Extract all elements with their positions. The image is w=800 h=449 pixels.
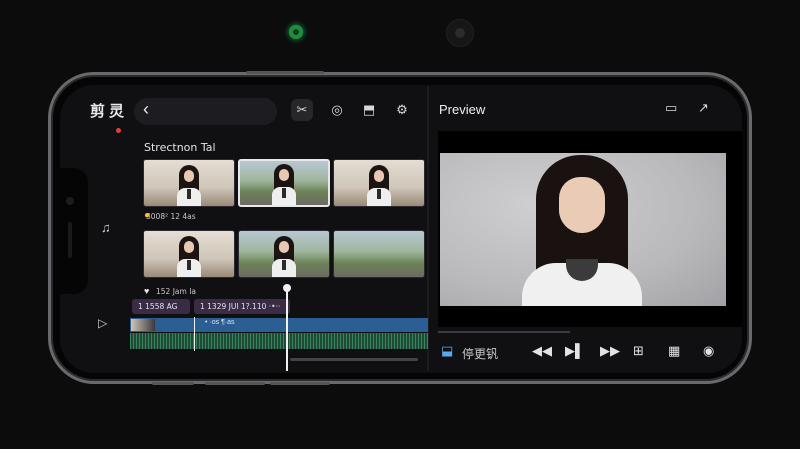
clip-label[interactable]: 1 1329 JUI 1?.110 ·•·· [194,299,290,314]
person-figure [270,233,298,277]
share-icon[interactable]: ↗ [698,100,709,116]
video-track-thumbnail [131,319,155,331]
side-button [270,382,330,385]
trim-handle[interactable] [194,317,195,351]
side-button [205,382,265,385]
app-title: 剪灵 [90,102,129,120]
dynamic-island [58,168,88,294]
media-thumbnail[interactable] [238,230,330,278]
side-button [152,382,194,385]
prev-frame-icon[interactable]: ◀◀ [532,343,552,359]
split-clip-button[interactable]: ✂ [291,99,313,121]
gear-icon: ⚙ [396,102,408,117]
export-icon: ⬒ [362,102,376,117]
heart-icon: ♥ [144,286,150,296]
preview-progress[interactable] [438,331,570,333]
media-subsection-label: 3008² 12 4as [146,212,196,221]
media-thumbnail[interactable] [333,230,425,278]
add-icon[interactable]: ⊞ [633,343,644,359]
clip-label[interactable]: 1 1558 AG [132,299,190,314]
camera-lens [446,19,474,47]
sensor-bar [68,222,72,258]
camera-icon[interactable]: ◉ [703,343,714,359]
volume-button [246,71,324,74]
timeline-scrollbar[interactable] [290,358,418,361]
speed-icon: ◎ [331,102,343,117]
playhead[interactable] [286,287,288,371]
preview-video-frame [440,153,726,306]
audio-waveform [130,333,428,349]
audio-track[interactable] [130,333,428,349]
media-thumbnail[interactable] [143,159,235,207]
media-thumbnail[interactable] [333,159,425,207]
play-icon[interactable]: ▶▌ [565,343,584,359]
media-section-title: Strectnon Tal [144,141,216,154]
media-thumbnail[interactable] [143,230,235,278]
front-camera [66,197,74,205]
scissors-icon: ✂ [296,102,308,117]
record-indicator [116,128,121,133]
likes-label: 152 Jam Ia [156,287,197,296]
person-figure [522,155,642,306]
video-track[interactable] [130,318,428,332]
back-pill[interactable] [134,98,277,125]
media-thumbnail-selected[interactable] [238,159,330,207]
person-figure [175,233,203,277]
settings-button[interactable]: ⚙ [391,99,413,121]
status-indicator-dot [289,25,303,39]
audio-icon[interactable]: ♫ [101,220,111,235]
person-figure [365,162,393,206]
person-figure [270,161,298,205]
person-figure [175,162,203,206]
crop-icon[interactable]: ⬓ [441,343,453,359]
play-outline-icon[interactable]: ▷ [98,316,107,330]
next-frame-icon[interactable]: ▶▶ [600,343,620,359]
playhead-handle[interactable] [283,284,291,292]
chevron-left-icon[interactable]: ‹ [143,99,149,120]
crop-label[interactable]: 停更钒 [462,345,498,362]
grid-icon[interactable]: ▦ [668,343,680,359]
screen-icon[interactable]: ▭ [665,100,677,116]
speed-button[interactable]: ◎ [326,99,348,121]
video-track-label: • ·os ¶·as [205,319,235,326]
export-button[interactable]: ⬒ [358,99,380,121]
preview-title: Preview [439,102,486,117]
